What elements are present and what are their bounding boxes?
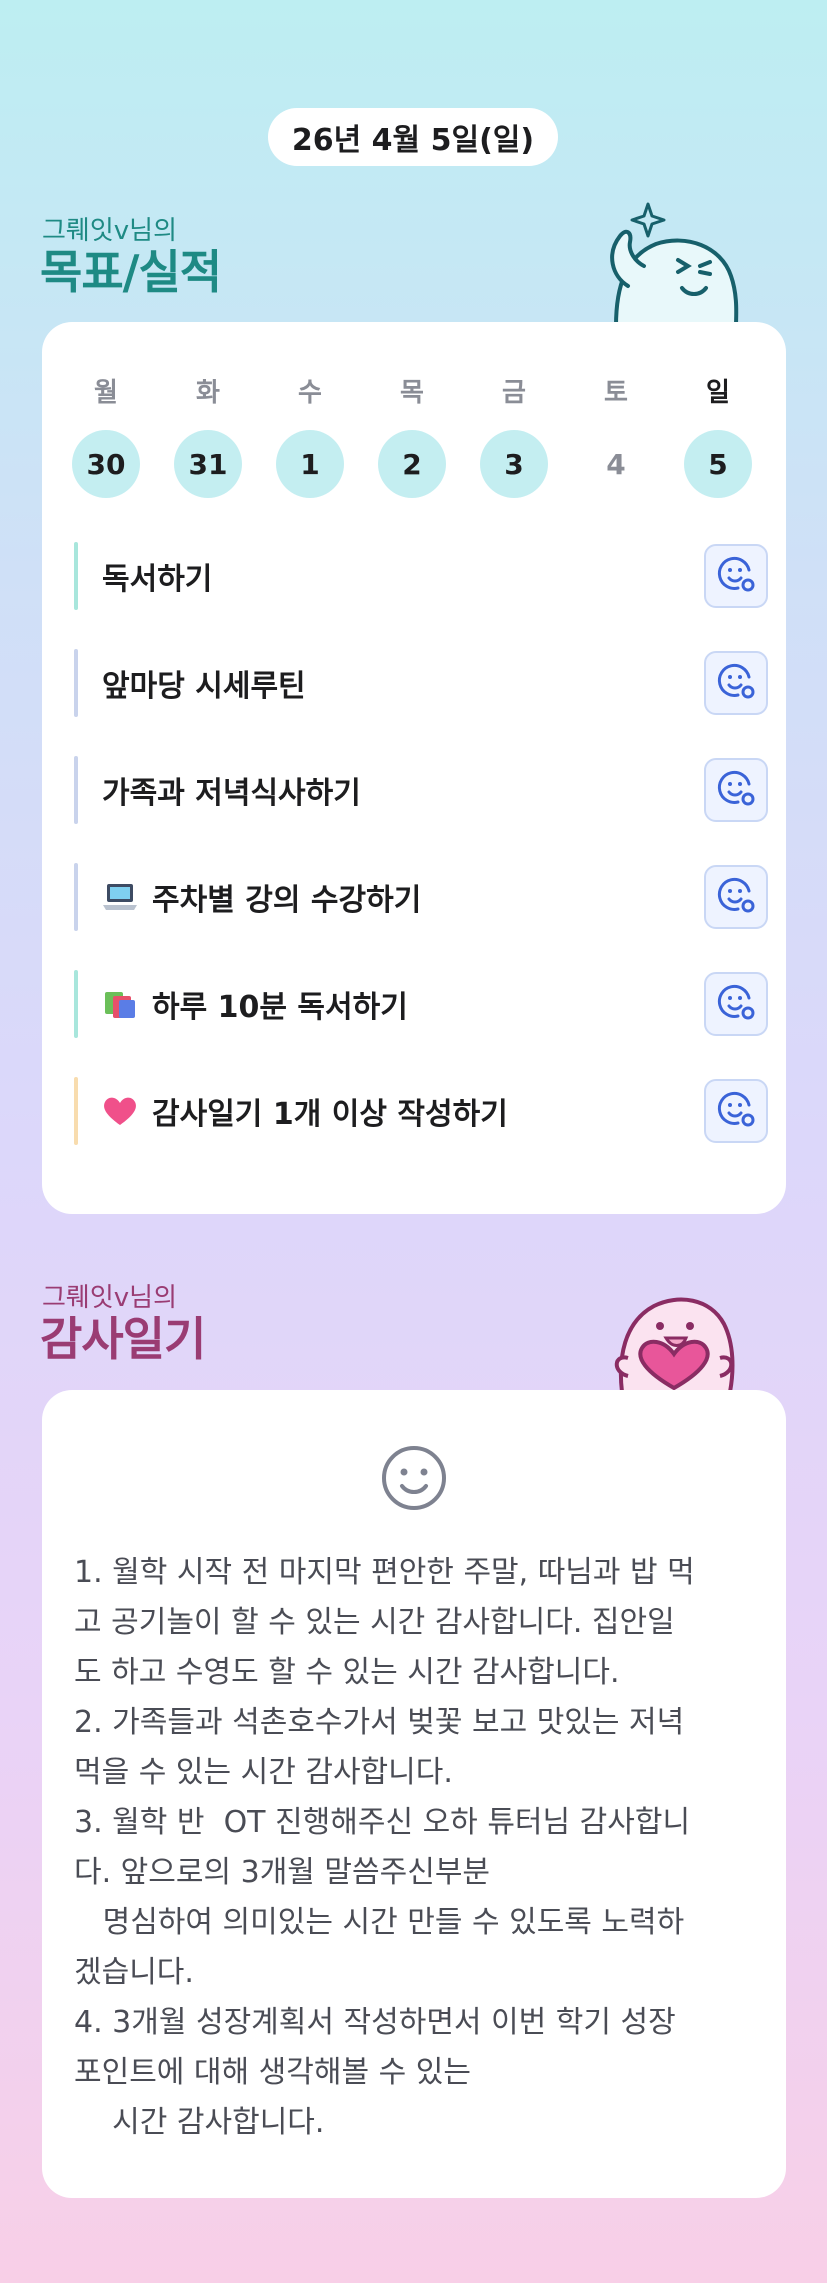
goal-check-button[interactable] xyxy=(704,1079,768,1143)
ghost-mascot-icon xyxy=(596,196,746,330)
day-number: 1 xyxy=(276,430,344,498)
goal-accent-bar xyxy=(74,863,78,931)
goals-card: 월 30 화 31 수 1 목 2 금 3 토 4 일 5 독서하기 앞마당 시… xyxy=(42,322,786,1214)
day-number: 3 xyxy=(480,430,548,498)
smile-stamp-icon xyxy=(716,661,756,705)
goal-accent-bar xyxy=(74,756,78,824)
goal-item[interactable]: 주차별 강의 수강하기 xyxy=(74,863,768,931)
heart-icon xyxy=(102,1095,138,1127)
goal-check-button[interactable] xyxy=(704,865,768,929)
day-thu[interactable]: 목 2 xyxy=(378,372,446,498)
day-sat[interactable]: 토 4 xyxy=(582,372,650,498)
day-number: 2 xyxy=(378,430,446,498)
smile-stamp-icon xyxy=(716,554,756,598)
day-number: 30 xyxy=(72,430,140,498)
goal-label: 감사일기 1개 이상 작성하기 xyxy=(152,1097,508,1132)
goal-content: 하루 10분 독서하기 xyxy=(102,970,408,1038)
goal-accent-bar xyxy=(74,649,78,717)
day-label: 금 xyxy=(502,378,526,408)
day-label: 토 xyxy=(604,378,628,408)
goal-item[interactable]: 가족과 저녁식사하기 xyxy=(74,756,768,824)
laptop-icon xyxy=(102,881,138,913)
day-number: 4 xyxy=(606,447,626,481)
day-label: 수 xyxy=(298,378,322,408)
day-label: 일 xyxy=(706,378,730,408)
goal-content: 감사일기 1개 이상 작성하기 xyxy=(102,1077,508,1145)
day-label: 월 xyxy=(94,378,118,408)
smile-face-icon xyxy=(380,1444,448,1516)
goal-accent-bar xyxy=(74,970,78,1038)
goal-item[interactable]: 앞마당 시세루틴 xyxy=(74,649,768,717)
day-number: 31 xyxy=(174,430,242,498)
goal-item[interactable]: 하루 10분 독서하기 xyxy=(74,970,768,1038)
goal-content: 주차별 강의 수강하기 xyxy=(102,863,421,931)
diary-card: 1. 월학 시작 전 마지막 편안한 주말, 따님과 밥 먹 고 공기놀이 할 … xyxy=(42,1390,786,2198)
day-label: 목 xyxy=(400,378,424,408)
day-tue[interactable]: 화 31 xyxy=(174,372,242,498)
smile-stamp-icon xyxy=(716,875,756,919)
diary-text: 1. 월학 시작 전 마지막 편안한 주말, 따님과 밥 먹 고 공기놀이 할 … xyxy=(74,1555,695,2140)
goal-accent-bar xyxy=(74,542,78,610)
goal-item[interactable]: 독서하기 xyxy=(74,542,768,610)
day-label: 화 xyxy=(196,378,220,408)
goal-check-button[interactable] xyxy=(704,758,768,822)
goal-check-button[interactable] xyxy=(704,651,768,715)
day-fri[interactable]: 금 3 xyxy=(480,372,548,498)
goal-label: 독서하기 xyxy=(102,562,213,597)
day-number: 5 xyxy=(684,430,752,498)
day-wed[interactable]: 수 1 xyxy=(276,372,344,498)
day-sun[interactable]: 일 5 xyxy=(684,372,752,498)
diary-section-title: 감사일기 xyxy=(40,1312,206,1366)
smile-stamp-icon xyxy=(716,768,756,812)
smile-stamp-icon xyxy=(716,1089,756,1133)
heart-mascot-icon xyxy=(594,1262,754,1396)
goals-section-title: 목표/실적 xyxy=(40,245,222,299)
date-pill[interactable]: 26년 4월 5일(일) xyxy=(268,108,558,166)
goal-label: 앞마당 시세루틴 xyxy=(102,669,306,704)
goal-check-button[interactable] xyxy=(704,544,768,608)
smile-stamp-icon xyxy=(716,982,756,1026)
goal-accent-bar xyxy=(74,1077,78,1145)
goal-label: 주차별 강의 수강하기 xyxy=(152,883,422,918)
goal-item[interactable]: 감사일기 1개 이상 작성하기 xyxy=(74,1077,768,1145)
books-icon xyxy=(102,988,138,1020)
goal-label: 가족과 저녁식사하기 xyxy=(102,776,361,811)
goal-check-button[interactable] xyxy=(704,972,768,1036)
goal-label: 하루 10분 독서하기 xyxy=(152,990,408,1025)
date-label: 26년 4월 5일(일) xyxy=(291,123,535,158)
day-mon[interactable]: 월 30 xyxy=(72,372,140,498)
